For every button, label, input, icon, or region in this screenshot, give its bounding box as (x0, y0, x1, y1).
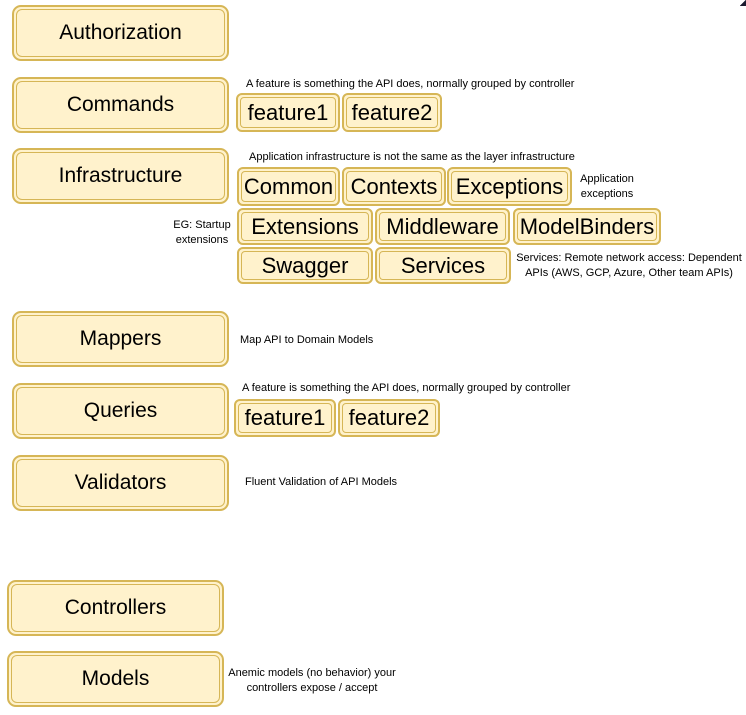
infrastructure-box[interactable]: Infrastructure (12, 148, 229, 204)
queries-note: A feature is something the API does, nor… (242, 382, 571, 394)
commands-feature1-label: feature1 (247, 99, 329, 125)
common-label: Common (243, 173, 334, 199)
contexts-label: Contexts (350, 173, 438, 199)
services-note: Services: Remote network access: Depende… (514, 251, 744, 281)
validators-note: Fluent Validation of API Models (245, 476, 398, 488)
common-box[interactable]: Common (237, 167, 340, 206)
validators-label: Validators (74, 471, 167, 494)
corner-mark-icon (740, 0, 746, 6)
exceptions-box[interactable]: Exceptions (447, 167, 572, 206)
models-note-line2: controllers expose / accept (246, 682, 378, 694)
mappers-note: Map API to Domain Models (240, 334, 374, 346)
modelbinders-label: ModelBinders (519, 213, 655, 239)
commands-feature1-box[interactable]: feature1 (236, 93, 340, 132)
exceptions-label: Exceptions (455, 173, 564, 199)
mappers-label: Mappers (79, 327, 162, 350)
controllers-box[interactable]: Controllers (7, 580, 224, 636)
infrastructure-note: Application infrastructure is not the sa… (249, 151, 575, 163)
middleware-label: Middleware (386, 213, 499, 239)
commands-feature2-label: feature2 (351, 99, 433, 125)
authorization-label: Authorization (59, 21, 182, 44)
middleware-box[interactable]: Middleware (375, 208, 510, 245)
extensions-box[interactable]: Extensions (237, 208, 373, 245)
models-label: Models (81, 667, 150, 690)
queries-box[interactable]: Queries (12, 383, 229, 439)
exceptions-note: Application exceptions (578, 172, 636, 202)
infrastructure-label: Infrastructure (58, 164, 183, 187)
models-box[interactable]: Models (7, 651, 224, 707)
queries-feature2-label: feature2 (348, 405, 430, 430)
swagger-label: Swagger (261, 252, 349, 278)
commands-box[interactable]: Commands (12, 77, 229, 133)
authorization-box[interactable]: Authorization (12, 5, 229, 61)
exceptions-note-line1: Application (580, 173, 634, 185)
models-note: Anemic models (no behavior) your control… (226, 666, 398, 696)
queries-label: Queries (83, 399, 158, 422)
mappers-box[interactable]: Mappers (12, 311, 229, 367)
queries-feature1-box[interactable]: feature1 (234, 399, 336, 437)
extensions-label: Extensions (251, 213, 359, 239)
modelbinders-box[interactable]: ModelBinders (513, 208, 661, 245)
commands-note: A feature is something the API does, nor… (246, 78, 575, 90)
queries-feature2-box[interactable]: feature2 (338, 399, 440, 437)
services-box[interactable]: Services (375, 247, 511, 284)
services-label: Services (400, 252, 486, 278)
extensions-note-line2: extensions (175, 234, 229, 246)
exceptions-note-line2: exceptions (580, 188, 634, 200)
extensions-note: EG: Startup extensions (170, 218, 234, 248)
services-note-line2: APIs (AWS, GCP, Azure, Other team APIs) (525, 267, 733, 279)
controllers-label: Controllers (64, 596, 167, 619)
swagger-box[interactable]: Swagger (237, 247, 373, 284)
queries-feature1-label: feature1 (244, 405, 326, 430)
validators-box[interactable]: Validators (12, 455, 229, 511)
commands-label: Commands (66, 93, 175, 116)
contexts-box[interactable]: Contexts (342, 167, 446, 206)
models-note-line1: Anemic models (no behavior) your (228, 667, 396, 679)
commands-feature2-box[interactable]: feature2 (342, 93, 442, 132)
services-note-line1: Services: Remote network access: Depende… (516, 252, 742, 264)
extensions-note-line1: EG: Startup (173, 219, 231, 231)
